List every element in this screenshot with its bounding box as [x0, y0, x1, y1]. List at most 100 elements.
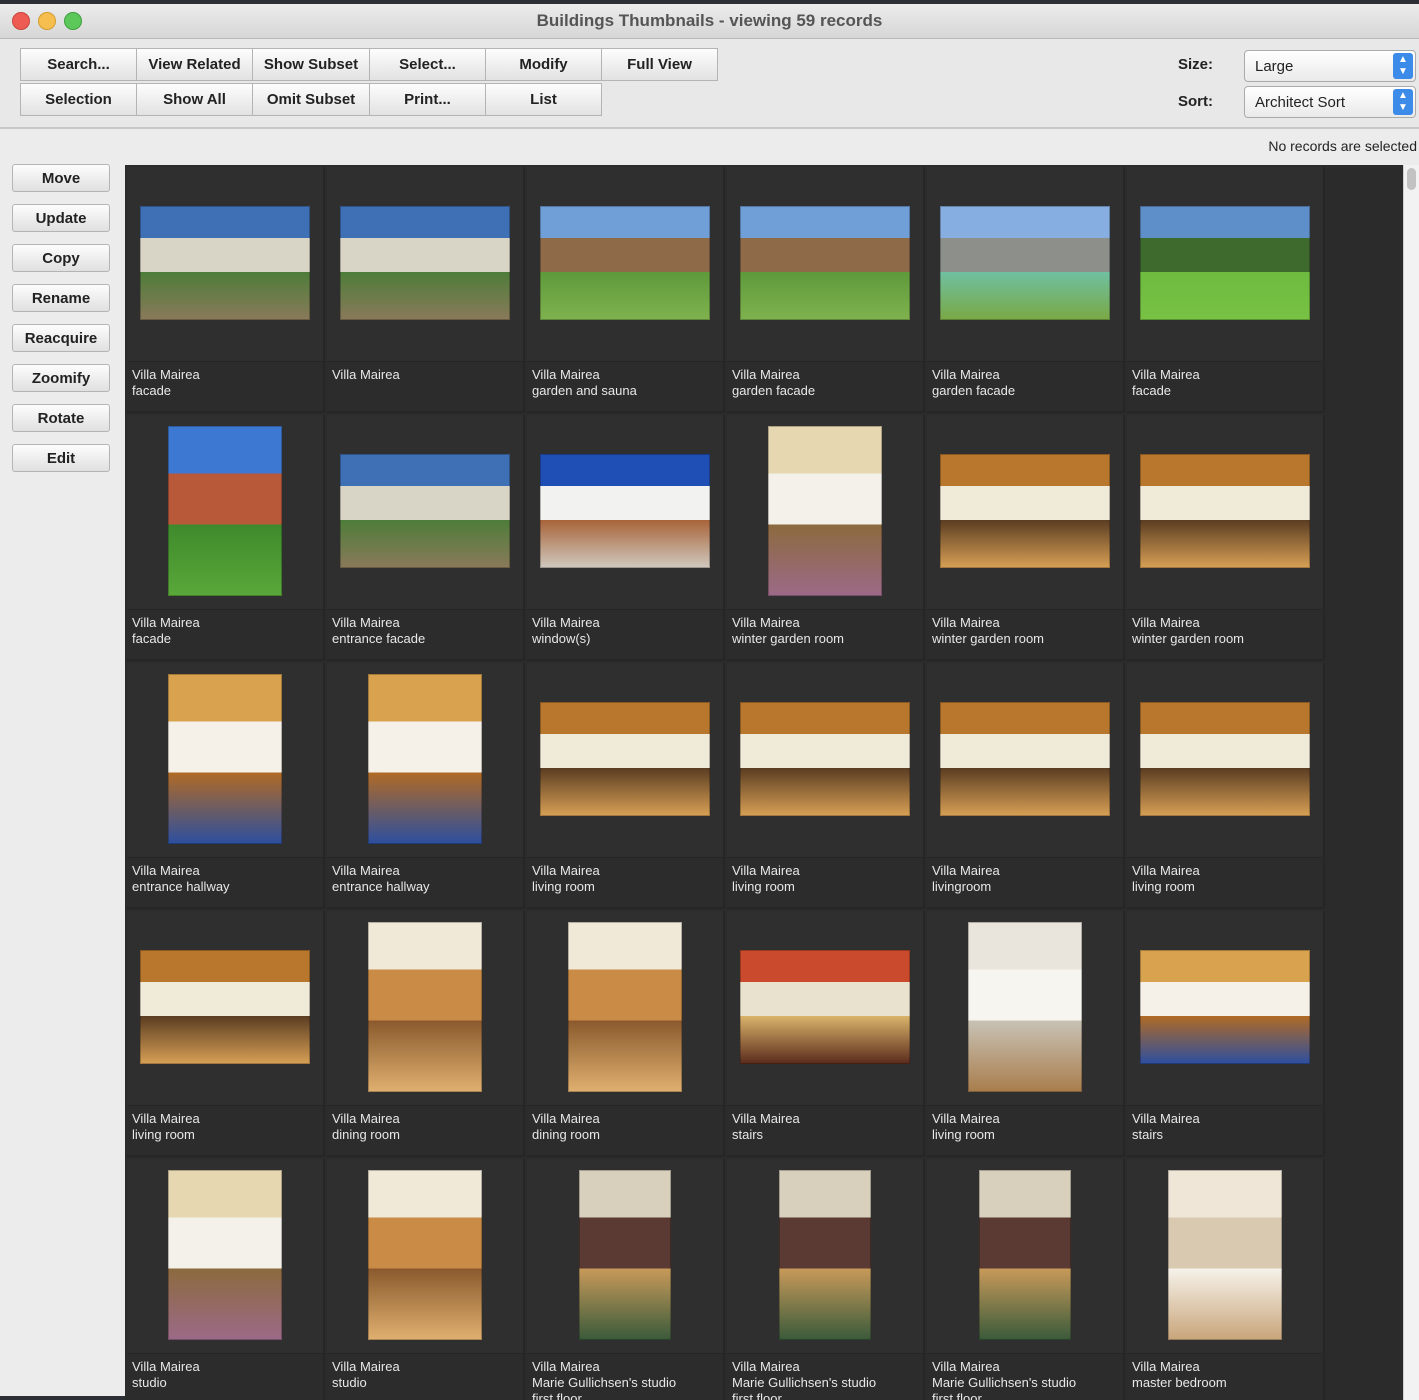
- reacquire-button[interactable]: Reacquire: [12, 324, 110, 352]
- size-select-value: Large: [1255, 58, 1294, 75]
- zoomify-button[interactable]: Zoomify: [12, 364, 110, 392]
- edit-button[interactable]: Edit: [12, 444, 110, 472]
- thumbnail-caption: Villa Mairea studio: [127, 1353, 323, 1400]
- record-title: Villa Mairea: [532, 863, 600, 878]
- vertical-scrollbar[interactable]: [1403, 165, 1419, 1400]
- thumbnail-cell[interactable]: Villa Mairea Marie Gullichsen's studio fir…: [927, 1159, 1125, 1400]
- building-photo: [1140, 206, 1310, 320]
- record-description: Marie Gullichsen's studio: [532, 1375, 677, 1390]
- thumbnail-image-frame: [727, 167, 923, 359]
- thumbnail-caption: Villa Mairea living room: [127, 1105, 323, 1155]
- thumbnail-cell[interactable]: Villa Mairea winter garden room: [727, 415, 925, 661]
- building-photo: [168, 674, 282, 844]
- thumbnail-cell[interactable]: Villa Mairea living room: [727, 663, 925, 909]
- record-title: Villa Mairea: [1132, 1359, 1200, 1374]
- record-title: Villa Mairea: [332, 367, 400, 382]
- record-description: dining room: [532, 1127, 600, 1142]
- thumbnail-cell[interactable]: Villa Mairea dining room: [327, 911, 525, 1157]
- record-title: Villa Mairea: [1132, 615, 1200, 630]
- thumbnail-cell[interactable]: Villa Mairea stairs: [727, 911, 925, 1157]
- thumbnail-cell[interactable]: Villa Mairea master bedroom: [1127, 1159, 1325, 1400]
- toolbar: Search... View Related Show Subset Selec…: [0, 39, 1419, 129]
- search-button[interactable]: Search...: [20, 48, 137, 81]
- print-button[interactable]: Print...: [369, 83, 486, 116]
- record-title: Villa Mairea: [932, 615, 1000, 630]
- rotate-button[interactable]: Rotate: [12, 404, 110, 432]
- record-description: facade: [132, 631, 172, 646]
- thumbnail-image-frame: [927, 415, 1123, 607]
- thumbnail-cell[interactable]: Villa Mairea stairs: [1127, 911, 1325, 1157]
- building-photo: [340, 454, 510, 568]
- rename-button[interactable]: Rename: [12, 284, 110, 312]
- thumbnail-caption: Villa Mairea dining room: [327, 1105, 523, 1155]
- record-title: Villa Mairea: [532, 615, 600, 630]
- thumbnail-cell[interactable]: Villa Mairea living room: [527, 663, 725, 909]
- thumbnail-cell[interactable]: Villa Mairea facade: [1127, 167, 1325, 413]
- building-photo: [579, 1170, 671, 1340]
- thumbnail-cell[interactable]: Villa Mairea garden facade: [927, 167, 1125, 413]
- thumbnail-caption: Villa Mairea Marie Gullichsen's studio fir…: [927, 1353, 1123, 1400]
- window-title: Buildings Thumbnails - viewing 59 record…: [536, 11, 883, 30]
- thumbnail-cell[interactable]: Villa Mairea livingroom: [927, 663, 1125, 909]
- record-description: winter garden room: [1132, 631, 1244, 646]
- full-view-button[interactable]: Full View: [601, 48, 718, 81]
- thumbnail-caption: Villa Mairea Marie Gullichsen's studio fir…: [527, 1353, 723, 1400]
- sort-select[interactable]: Architect Sort ▲ ▼: [1244, 86, 1416, 118]
- thumbnail-caption: Villa Mairea living room: [1127, 857, 1323, 907]
- record-description: living room: [732, 879, 795, 894]
- thumbnail-cell[interactable]: Villa Mairea winter garden room: [927, 415, 1125, 661]
- record-title: Villa Mairea: [732, 615, 800, 630]
- thumbnail-cell[interactable]: Villa Mairea living room: [127, 911, 325, 1157]
- show-subset-button[interactable]: Show Subset: [252, 48, 370, 81]
- thumbnail-cell[interactable]: Villa Mairea Marie Gullichsen's studio fir…: [727, 1159, 925, 1400]
- thumbnail-image-frame: [327, 167, 523, 359]
- record-description: living room: [932, 1127, 995, 1142]
- thumbnail-cell[interactable]: Villa Mairea facade: [127, 415, 325, 661]
- thumbnail-cell[interactable]: Villa Mairea: [327, 167, 525, 413]
- move-button[interactable]: Move: [12, 164, 110, 192]
- building-photo: [940, 702, 1110, 816]
- thumbnail-cell[interactable]: Villa Mairea dining room: [527, 911, 725, 1157]
- record-description: Marie Gullichsen's studio: [732, 1375, 877, 1390]
- building-photo: [1168, 1170, 1282, 1340]
- thumbnail-caption: Villa Mairea Marie Gullichsen's studio fir…: [727, 1353, 923, 1400]
- show-all-button[interactable]: Show All: [136, 83, 253, 116]
- record-description: livingroom: [932, 879, 992, 894]
- record-title: Villa Mairea: [332, 1359, 400, 1374]
- thumbnail-cell[interactable]: Villa Mairea studio: [127, 1159, 325, 1400]
- list-button[interactable]: List: [485, 83, 602, 116]
- thumbnail-cell[interactable]: Villa Mairea entrance hallway: [327, 663, 525, 909]
- thumbnail-cell[interactable]: Villa Mairea Marie Gullichsen's studio fir…: [527, 1159, 725, 1400]
- record-description: living room: [1132, 879, 1195, 894]
- select-button[interactable]: Select...: [369, 48, 486, 81]
- record-title: Villa Mairea: [732, 367, 800, 382]
- thumbnail-cell[interactable]: Villa Mairea window(s): [527, 415, 725, 661]
- selection-button[interactable]: Selection: [20, 83, 137, 116]
- thumbnail-cell[interactable]: Villa Mairea facade: [127, 167, 325, 413]
- thumbnail-cell[interactable]: Villa Mairea living room: [927, 911, 1125, 1157]
- size-select[interactable]: Large ▲ ▼: [1244, 50, 1416, 82]
- record-description: entrance facade: [332, 631, 426, 646]
- record-title: Villa Mairea: [132, 863, 200, 878]
- record-title: Villa Mairea: [332, 615, 400, 630]
- view-related-button[interactable]: View Related: [136, 48, 253, 81]
- thumbnail-cell[interactable]: Villa Mairea entrance hallway: [127, 663, 325, 909]
- copy-button[interactable]: Copy: [12, 244, 110, 272]
- thumbnail-cell[interactable]: Villa Mairea winter garden room: [1127, 415, 1325, 661]
- modify-button[interactable]: Modify: [485, 48, 602, 81]
- thumbnail-cell[interactable]: Villa Mairea entrance facade: [327, 415, 525, 661]
- thumbnail-image-frame: [127, 415, 323, 607]
- thumbnail-cell[interactable]: Villa Mairea living room: [1127, 663, 1325, 909]
- thumbnail-cell[interactable]: Villa Mairea garden and sauna: [527, 167, 725, 413]
- thumbnail-cell[interactable]: Villa Mairea garden facade: [727, 167, 925, 413]
- thumbnail-image-frame: [927, 911, 1123, 1103]
- building-photo: [368, 1170, 482, 1340]
- omit-subset-button[interactable]: Omit Subset: [252, 83, 370, 116]
- thumbnail-cell[interactable]: Villa Mairea studio: [327, 1159, 525, 1400]
- thumbnail-caption: Villa Mairea winter garden room: [1127, 609, 1323, 659]
- record-title: Villa Mairea: [132, 615, 200, 630]
- update-button[interactable]: Update: [12, 204, 110, 232]
- scrollbar-thumb[interactable]: [1407, 168, 1416, 190]
- building-photo: [140, 206, 310, 320]
- thumbnail-image-frame: [327, 663, 523, 855]
